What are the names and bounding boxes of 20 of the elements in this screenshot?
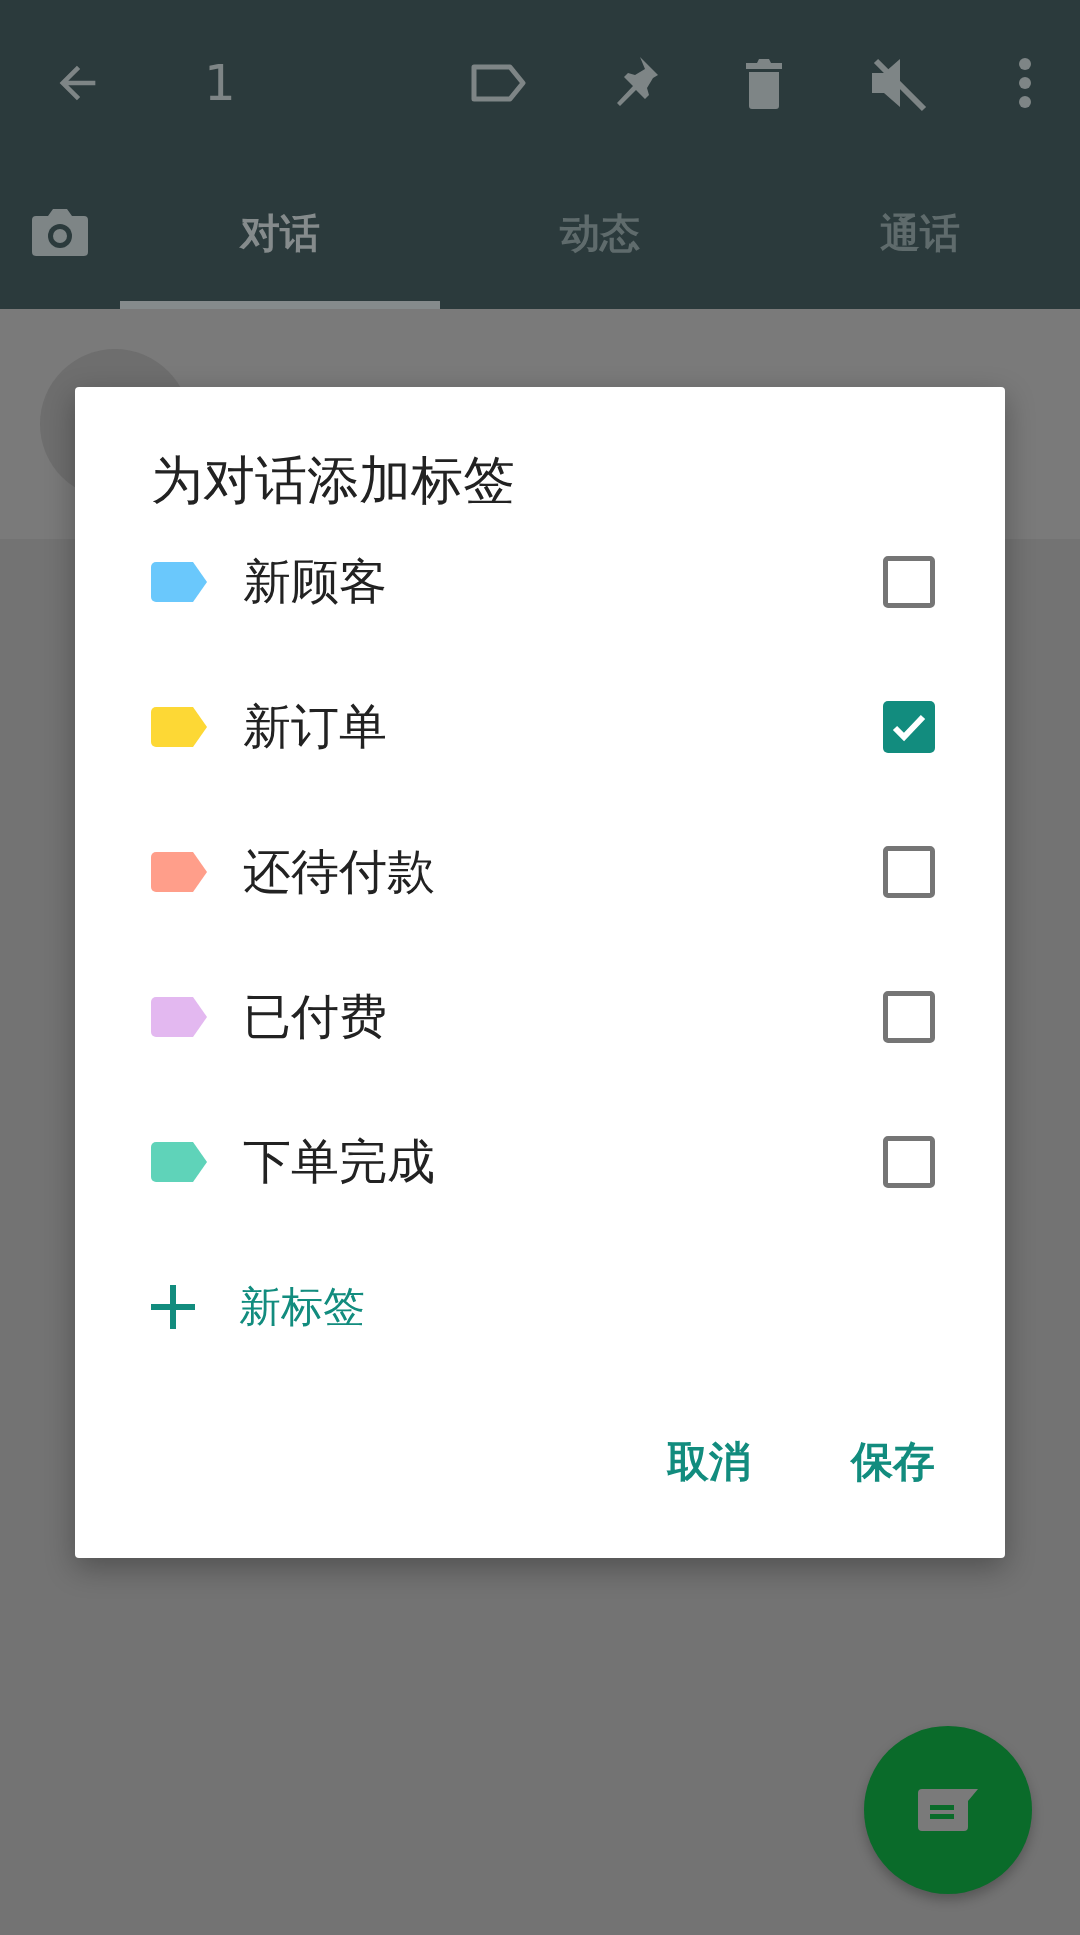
- plus-icon: [151, 1284, 195, 1329]
- dialog-button[interactable]: 保存: [851, 1434, 935, 1490]
- dialog-button[interactable]: 取消: [667, 1434, 751, 1490]
- dialog-title: 为对话添加标签: [151, 449, 516, 512]
- new-label-button[interactable]: 新标签: [151, 1234, 365, 1379]
- checkbox[interactable]: [883, 845, 935, 898]
- camera-icon[interactable]: [30, 206, 90, 258]
- label-name: 新顾客: [243, 551, 388, 611]
- trash-icon[interactable]: [744, 56, 784, 109]
- checkbox[interactable]: [883, 990, 935, 1043]
- checkbox[interactable]: [883, 555, 935, 608]
- more-menu-icon[interactable]: [1018, 56, 1032, 109]
- checkbox[interactable]: [883, 700, 935, 753]
- label-name: 已付费: [243, 986, 388, 1046]
- label-name: 下单完成: [243, 1131, 436, 1191]
- label-name: 新订单: [243, 696, 388, 756]
- selected-count: 1: [204, 53, 236, 112]
- message-icon: [916, 1787, 980, 1833]
- label-name: 还待付款: [243, 841, 436, 901]
- checkbox[interactable]: [883, 1135, 935, 1188]
